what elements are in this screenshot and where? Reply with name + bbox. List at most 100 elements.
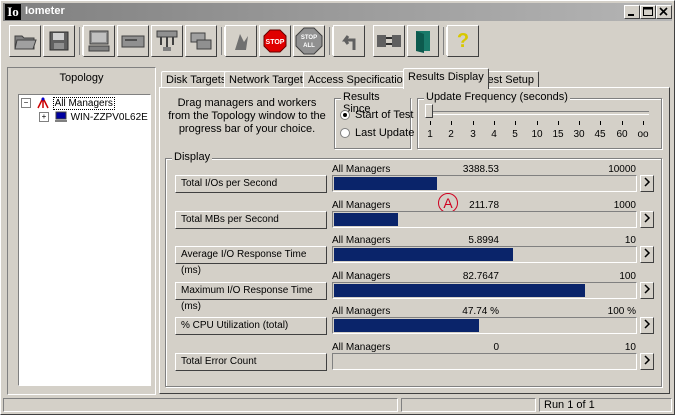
metric-source-label: All Managers <box>332 200 391 211</box>
stop-all-icon: STOP ALL <box>295 27 323 55</box>
metric-value: 3388.53 <box>462 164 499 175</box>
slider-tick <box>430 121 431 125</box>
metric-max: 10 <box>624 235 636 246</box>
save-button[interactable] <box>43 25 75 57</box>
metric-expand-button[interactable] <box>640 317 654 334</box>
metric-max: 100 <box>619 271 636 282</box>
metric-progress-bar[interactable] <box>332 353 637 370</box>
slider-tick-label: 2 <box>448 129 454 140</box>
tree-label: All Managers <box>52 97 115 110</box>
metric-expand-button[interactable] <box>640 282 654 299</box>
slider-tick <box>622 121 623 125</box>
question-mark-icon: ? <box>456 29 470 52</box>
metric-source-label: All Managers <box>332 271 391 282</box>
slider-tick-label: oo <box>637 129 649 140</box>
tree-label: WIN-ZZPV0L62E <box>70 112 148 123</box>
metric-select-button[interactable]: % CPU Utilization (total) <box>175 317 327 335</box>
slider-tick <box>537 121 538 125</box>
network-icon <box>156 30 178 51</box>
copy-worker-button[interactable] <box>185 25 217 57</box>
slider-tick <box>600 121 601 125</box>
metric-progress-bar[interactable] <box>332 175 637 192</box>
last-update-label[interactable]: Last Update <box>355 127 414 139</box>
new-manager-button[interactable] <box>83 25 115 57</box>
metric-progress-bar[interactable] <box>332 211 637 228</box>
metric-value: 211.78 <box>469 200 499 211</box>
minimize-icon[interactable] <box>624 5 640 19</box>
new-network-worker-button[interactable] <box>151 25 183 57</box>
tree-node-all-managers[interactable]: − All Managers <box>21 97 115 110</box>
iometer-window: Io Iometer STOP STOP ALL ? Topology − Al… <box>0 0 675 415</box>
metric-progress-bar[interactable] <box>332 246 637 263</box>
stop-label: STOP <box>266 39 285 46</box>
start-of-test-label[interactable]: Start of Test <box>355 109 414 121</box>
metric-source-label: All Managers <box>332 306 391 317</box>
display-title: Display <box>172 151 213 163</box>
topology-title: Topology <box>59 72 104 84</box>
metric-progress-fill <box>334 177 437 190</box>
tab-results-display[interactable]: Results Display <box>403 68 489 89</box>
open-button[interactable] <box>9 25 41 57</box>
metric-select-button[interactable]: Total I/Os per Second <box>175 175 327 193</box>
chevron-right-icon <box>644 213 651 223</box>
computer-icon <box>54 111 67 123</box>
svg-text:ALL: ALL <box>303 43 315 49</box>
exit-button[interactable] <box>407 25 439 57</box>
stop-button[interactable]: STOP <box>259 25 291 57</box>
metric-expand-button[interactable] <box>640 353 654 370</box>
update-frequency-slider[interactable] <box>425 104 433 118</box>
svg-text:STOP: STOP <box>301 35 317 41</box>
disconnect-icon <box>377 35 401 47</box>
start-of-test-radio[interactable] <box>340 110 350 120</box>
metric-expand-button[interactable] <box>640 175 654 192</box>
tab-disk-targets[interactable]: Disk Targets <box>161 71 232 88</box>
slider-tick <box>579 121 580 125</box>
last-update-radio[interactable] <box>340 128 350 138</box>
toolbar: STOP STOP ALL ? <box>3 23 672 63</box>
collapse-icon[interactable]: − <box>21 98 31 109</box>
tab-access-specifications[interactable]: Access Specifications <box>303 71 420 88</box>
title-bar[interactable]: Io Iometer <box>3 3 672 21</box>
topology-panel: Topology − All Managers + WIN-ZZPV0L62E <box>7 67 156 395</box>
disconnect-button[interactable] <box>373 25 405 57</box>
start-button[interactable] <box>225 25 257 57</box>
stop-sign-icon: STOP <box>263 29 287 53</box>
status-bar: Run 1 of 1 <box>3 397 672 414</box>
slider-tick <box>473 121 474 125</box>
about-button[interactable]: ? <box>447 25 479 57</box>
metric-progress-fill <box>334 284 585 297</box>
metric-select-button[interactable]: Maximum I/O Response Time (ms) <box>175 282 327 312</box>
maximize-icon[interactable] <box>640 5 656 19</box>
chevron-right-icon <box>644 319 651 329</box>
metric-max: 100 % <box>607 306 636 317</box>
computer-icon <box>88 30 110 52</box>
metric-max: 10000 <box>608 164 636 175</box>
close-icon[interactable] <box>656 5 672 19</box>
metric-progress-fill <box>334 248 513 261</box>
metric-expand-button[interactable] <box>640 211 654 228</box>
metric-select-button[interactable]: Total MBs per Second <box>175 211 327 229</box>
metric-source-label: All Managers <box>332 235 391 246</box>
update-frequency-title: Update Frequency (seconds) <box>424 91 570 103</box>
new-worker-button[interactable] <box>117 25 149 57</box>
reset-workers-button[interactable] <box>333 25 365 57</box>
chevron-right-icon <box>644 177 651 187</box>
slider-tick <box>643 121 644 125</box>
window-title: Iometer <box>25 5 65 17</box>
metric-select-button[interactable]: Average I/O Response Time (ms) <box>175 246 327 276</box>
metric-progress-bar[interactable] <box>332 282 637 299</box>
tab-network-targets[interactable]: Network Targets <box>224 71 314 88</box>
metric-progress-fill <box>334 319 479 332</box>
metric-source-label: All Managers <box>332 164 391 175</box>
topology-tree[interactable]: − All Managers + WIN-ZZPV0L62E <box>18 94 151 386</box>
stop-all-button[interactable]: STOP ALL <box>293 25 325 57</box>
metric-progress-fill <box>334 213 398 226</box>
metric-select-button[interactable]: Total Error Count <box>175 353 327 371</box>
expand-icon[interactable]: + <box>39 112 49 123</box>
metric-progress-bar[interactable] <box>332 317 637 334</box>
update-frequency-track[interactable] <box>429 111 649 115</box>
metric-expand-button[interactable] <box>640 246 654 263</box>
tree-node-manager[interactable]: + WIN-ZZPV0L62E <box>39 111 148 124</box>
chevron-right-icon <box>644 284 651 294</box>
floppy-disk-icon <box>49 31 69 51</box>
